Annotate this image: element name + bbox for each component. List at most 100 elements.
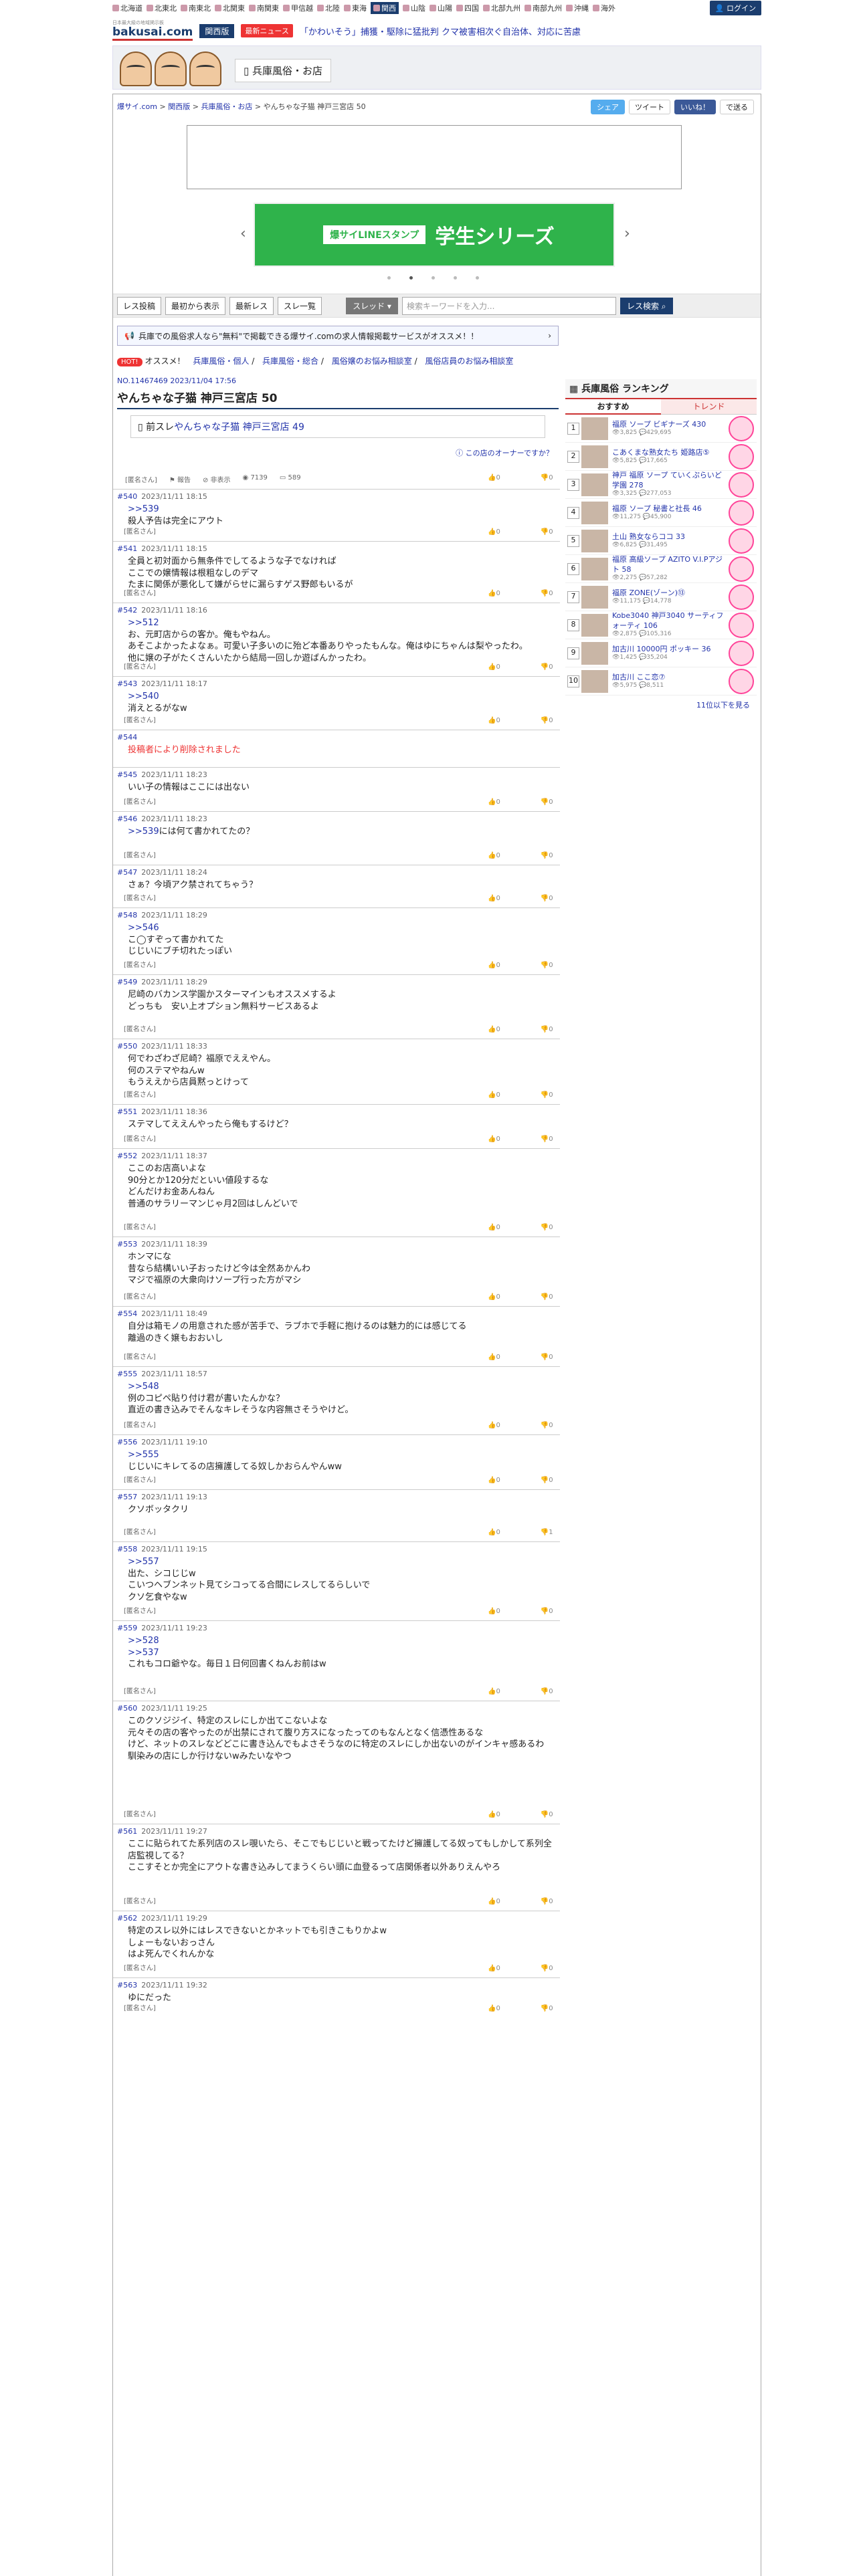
previous-thread-link[interactable]: ▯ 前スレやんちゃな子猫 神戸三宮店 49 bbox=[130, 415, 545, 438]
bad-button[interactable]: 👎0 bbox=[541, 852, 553, 859]
bad-button[interactable]: 👎0 bbox=[541, 1608, 553, 1615]
bad-button[interactable]: 👎0 bbox=[541, 1898, 553, 1905]
region-tab[interactable]: 南部九州 bbox=[524, 3, 562, 13]
tab-trend[interactable]: トレンド bbox=[661, 399, 757, 415]
thread-list-button[interactable]: スレ一覧 bbox=[278, 296, 322, 315]
bad-button[interactable]: 👎0 bbox=[541, 962, 553, 969]
ranking-more-link[interactable]: 11位以下を見る bbox=[565, 695, 757, 714]
post-number[interactable]: #552 bbox=[117, 1152, 137, 1160]
share-button[interactable]: シェア bbox=[591, 100, 625, 114]
ranking-item[interactable]: 10 加古川 ここ恋⑦ 👁5,975 💬8,511 bbox=[565, 667, 757, 695]
bad-button[interactable]: 👎0 bbox=[541, 663, 553, 671]
carousel-dot[interactable] bbox=[432, 276, 435, 280]
ranking-item[interactable]: 9 加古川 10000円 ポッキー 36 👁1,425 💬35,204 bbox=[565, 639, 757, 667]
carousel-dot[interactable] bbox=[409, 276, 413, 280]
reply-anchor[interactable]: >>548 bbox=[128, 1382, 159, 1392]
area-label[interactable]: 関西版 bbox=[199, 23, 235, 38]
post-number[interactable]: #540 bbox=[117, 492, 137, 501]
bad-button[interactable]: 👎0 bbox=[541, 1688, 553, 1695]
post-number[interactable]: #553 bbox=[117, 1240, 137, 1249]
ranking-item[interactable]: 4 福原 ソープ 秘書と社長 46 👁11,275 💬45,900 bbox=[565, 499, 757, 527]
post-reply-button[interactable]: レス投稿 bbox=[117, 296, 162, 315]
breadcrumb-category[interactable]: 兵庫風俗・お店 bbox=[201, 102, 252, 111]
region-tab[interactable]: 山陽 bbox=[430, 3, 452, 13]
bad-button[interactable]: 👎0 bbox=[541, 1965, 553, 1972]
region-tab[interactable]: 南関東 bbox=[249, 3, 279, 13]
good-button[interactable]: 👍0 bbox=[488, 852, 500, 859]
good-button[interactable]: 👍0 bbox=[488, 663, 500, 671]
region-tab[interactable]: 海外 bbox=[593, 3, 615, 13]
post-number[interactable]: #546 bbox=[117, 815, 137, 823]
bad-button[interactable]: 👎0 bbox=[541, 1354, 553, 1361]
login-button[interactable]: 👤 ログイン bbox=[709, 1, 761, 15]
good-button[interactable]: 👍0 bbox=[488, 895, 500, 902]
line-stamp-banner[interactable]: 爆サイLINEスタンプ 学生シリーズ bbox=[254, 203, 615, 267]
bad-button[interactable]: 👎0 bbox=[541, 1293, 553, 1301]
good-button[interactable]: 👍0 bbox=[488, 474, 500, 481]
post-number[interactable]: #547 bbox=[117, 868, 137, 877]
good-button[interactable]: 👍0 bbox=[488, 717, 500, 724]
post-number[interactable]: #548 bbox=[117, 911, 137, 920]
show-from-start-button[interactable]: 最初から表示 bbox=[165, 296, 226, 315]
post-number[interactable]: #550 bbox=[117, 1042, 137, 1051]
reply-anchor[interactable]: >>539 bbox=[128, 827, 159, 837]
tweet-button[interactable]: ツイート bbox=[629, 100, 670, 114]
bad-button[interactable]: 👎0 bbox=[541, 474, 553, 481]
bad-button[interactable]: 👎0 bbox=[541, 1136, 553, 1143]
ranking-item[interactable]: 5 土山 熟女ならココ 33 👁6,825 💬31,495 bbox=[565, 527, 757, 555]
recommend-link[interactable]: 兵庫風俗・個人 bbox=[193, 356, 249, 366]
region-tab[interactable]: 北東北 bbox=[147, 3, 177, 13]
ranking-item[interactable]: 1 福原 ソープ ビギナーズ 430 👁3,825 💬429,695 bbox=[565, 415, 757, 443]
region-tab[interactable]: 北部九州 bbox=[483, 3, 520, 13]
good-button[interactable]: 👍0 bbox=[488, 1965, 500, 1972]
bad-button[interactable]: 👎0 bbox=[541, 1477, 553, 1484]
bad-button[interactable]: 👎0 bbox=[541, 717, 553, 724]
good-button[interactable]: 👍0 bbox=[488, 798, 500, 806]
reply-anchor[interactable]: >>512 bbox=[128, 618, 159, 628]
news-ticker[interactable]: 「かわいそう」捕獲・駆除に猛批判 クマ被害相次ぐ自治体、対応に苦慮 bbox=[300, 25, 581, 37]
post-number[interactable]: #543 bbox=[117, 679, 137, 688]
reply-anchor[interactable]: >>557 bbox=[128, 1557, 159, 1567]
send-button[interactable]: で送る bbox=[720, 100, 754, 114]
like-button[interactable]: いいね！ bbox=[674, 100, 716, 114]
reply-anchor[interactable]: >>539 bbox=[128, 504, 159, 514]
post-number[interactable]: #558 bbox=[117, 1545, 137, 1553]
good-button[interactable]: 👍0 bbox=[488, 528, 500, 536]
bad-button[interactable]: 👎0 bbox=[541, 1811, 553, 1818]
bad-button[interactable]: 👎0 bbox=[541, 2005, 553, 2012]
recommend-link[interactable]: 風俗店員のお悩み相談室 bbox=[425, 356, 513, 366]
good-button[interactable]: 👍0 bbox=[488, 1688, 500, 1695]
good-button[interactable]: 👍0 bbox=[488, 1224, 500, 1231]
region-tab[interactable]: 沖縄 bbox=[566, 3, 589, 13]
hide-button[interactable]: ⊘ 非表示 bbox=[203, 474, 231, 484]
good-button[interactable]: 👍0 bbox=[488, 1529, 500, 1536]
post-number[interactable]: #554 bbox=[117, 1309, 137, 1318]
post-number[interactable]: #545 bbox=[117, 770, 137, 779]
post-number[interactable]: #561 bbox=[117, 1827, 137, 1836]
good-button[interactable]: 👍0 bbox=[488, 1422, 500, 1429]
bad-button[interactable]: 👎0 bbox=[541, 1224, 553, 1231]
bad-button[interactable]: 👎1 bbox=[541, 1529, 553, 1536]
recruit-banner[interactable]: 📢 兵庫での風俗求人なら"無料"で掲載できる爆サイ.comの求人情報掲載サービスが… bbox=[117, 326, 559, 346]
region-tab[interactable]: 甲信越 bbox=[283, 3, 313, 13]
reply-anchor[interactable]: >>528 >>537 bbox=[128, 1636, 159, 1658]
carousel-dot[interactable] bbox=[387, 276, 391, 280]
good-button[interactable]: 👍0 bbox=[488, 1608, 500, 1615]
search-button[interactable]: レス検索 ⌕ bbox=[619, 297, 673, 314]
report-button[interactable]: ⚑ 報告 bbox=[169, 474, 191, 484]
good-button[interactable]: 👍0 bbox=[488, 590, 500, 597]
carousel-dot[interactable] bbox=[454, 276, 457, 280]
owner-link[interactable]: ⓘ この店のオーナーですか？ bbox=[456, 447, 553, 458]
post-number[interactable]: #542 bbox=[117, 606, 137, 615]
ranking-item[interactable]: 6 福原 高級ソープ AZITO V.I.Pアジト 58 👁2,275 💬57,28… bbox=[565, 555, 757, 583]
reply-anchor[interactable]: >>555 bbox=[128, 1450, 159, 1460]
region-tab[interactable]: 四国 bbox=[456, 3, 479, 13]
good-button[interactable]: 👍0 bbox=[488, 1898, 500, 1905]
region-tab[interactable]: 北関東 bbox=[215, 3, 245, 13]
region-tab[interactable]: 山陰 bbox=[403, 3, 425, 13]
reply-anchor[interactable]: >>546 bbox=[128, 923, 159, 933]
search-input[interactable]: 検索キーワードを入力... bbox=[401, 296, 616, 315]
ranking-item[interactable]: 3 神戸 福原 ソープ ていくぷらいど 学園 278 👁3,325 💬277,053 bbox=[565, 471, 757, 499]
region-tab[interactable]: 北海道 bbox=[112, 3, 142, 13]
category-tab[interactable]: ▯ 兵庫風俗・お店 bbox=[235, 59, 332, 82]
